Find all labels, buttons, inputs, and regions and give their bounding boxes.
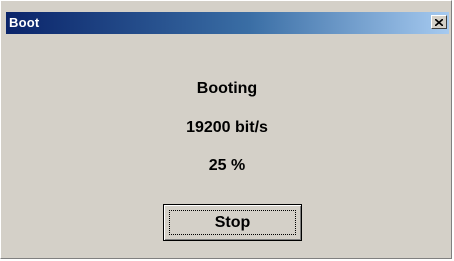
baud-rate-label: 19200 bit/s	[186, 119, 268, 136]
title-bar[interactable]: Boot	[6, 12, 449, 34]
stop-button[interactable]: Stop	[163, 204, 302, 241]
boot-status-label: Booting	[196, 80, 258, 97]
progress-percent-label: 25 %	[208, 157, 246, 174]
close-button[interactable]	[431, 15, 447, 29]
boot-dialog-window: Boot Booting 19200 bit/s 25 % Stop	[0, 0, 452, 259]
stop-button-label: Stop	[214, 213, 251, 231]
close-icon	[435, 18, 443, 26]
window-title: Boot	[9, 15, 40, 30]
